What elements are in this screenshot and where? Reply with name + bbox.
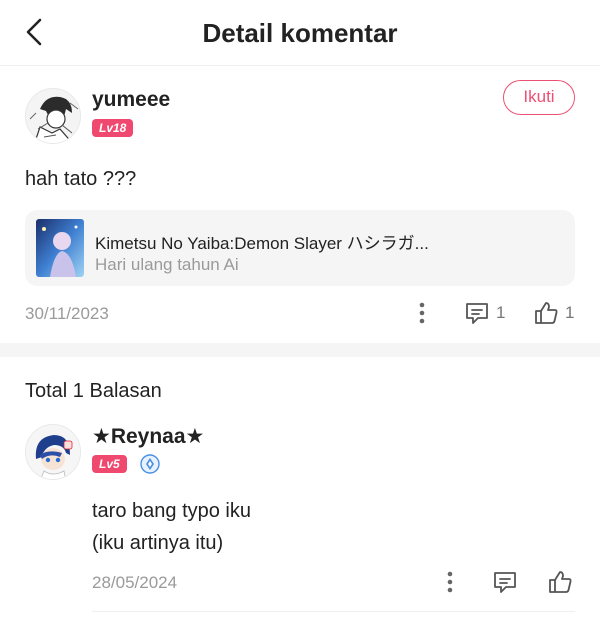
verified-badge-icon [140,454,160,474]
comment-icon [494,572,516,593]
card-title: Kimetsu No Yaiba:Demon Slayer ハシラガ... [95,234,429,253]
reply-level-badge: Lv5 [92,455,127,473]
top-bar: Detail komentar [0,0,600,66]
level-badge: Lv18 [92,119,134,137]
manga-avatar-icon [26,89,80,143]
like-button[interactable]: 1 [533,300,574,326]
thumbnail-image-icon [36,219,84,277]
avatar[interactable] [25,88,81,144]
reply-divider [92,611,575,612]
comment-icon [466,303,488,324]
reply-date: 28/05/2024 [92,573,178,592]
anime-avatar-icon [26,425,80,479]
replies-total: Total 1 Balasan [25,380,162,402]
comment-text: hah tato ??? [25,168,137,190]
thumbs-up-icon [549,571,572,593]
section-divider [0,343,600,357]
linked-content-card[interactable]: Kimetsu No Yaiba:Demon Slayer ハシラガ... Ha… [25,210,575,286]
card-thumbnail [36,219,84,277]
card-subtitle: Hari ulang tahun Ai [95,255,239,274]
thumbs-up-icon [535,302,558,324]
comment-date: 30/11/2023 [25,304,109,323]
page-title: Detail komentar [202,18,398,48]
reply-button[interactable]: 1 [464,300,505,326]
reply-count: 1 [496,303,506,322]
reply-avatar[interactable] [25,424,81,480]
more-vertical-icon [447,571,453,593]
reply-reply-button[interactable] [492,569,518,595]
like-count: 1 [565,303,575,322]
reply-username[interactable]: ★Reynaa★ [92,424,204,449]
more-vertical-icon [419,302,425,324]
reply-more-options-button[interactable] [440,570,460,594]
more-options-button[interactable] [412,301,432,325]
follow-button[interactable]: Ikuti [503,80,575,115]
reply-text-line-1: taro bang typo iku [92,500,251,522]
reply-text-line-2: (iku artinya itu) [92,532,224,554]
comment-username[interactable]: yumeee [92,88,170,112]
reply-like-button[interactable] [547,569,573,595]
